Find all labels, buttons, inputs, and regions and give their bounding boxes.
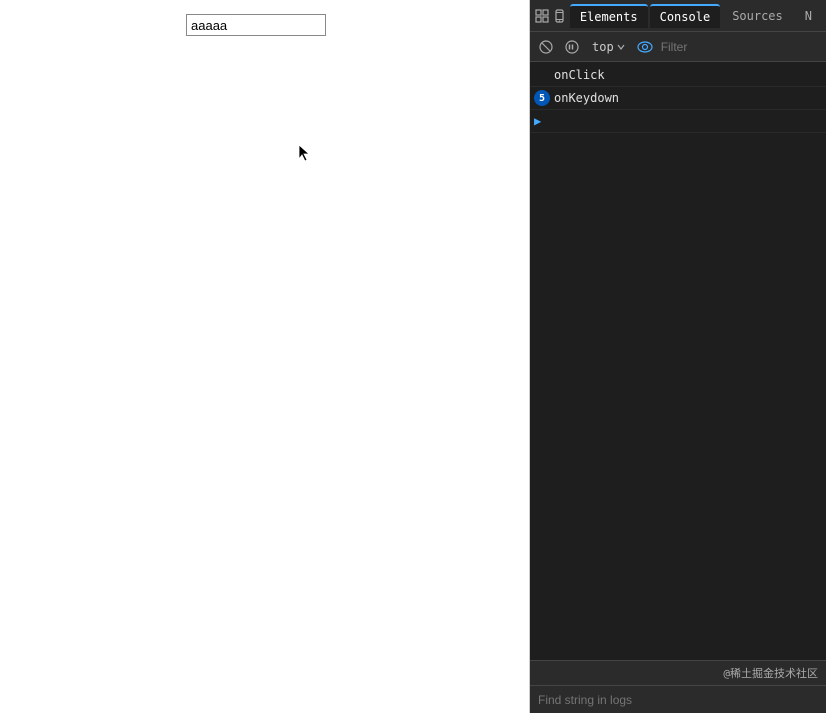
console-entry-onclick[interactable]: onClick xyxy=(530,64,826,87)
pause-icon[interactable] xyxy=(562,37,582,57)
clear-console-icon[interactable] xyxy=(536,37,556,57)
tab-network[interactable]: N xyxy=(795,5,822,27)
browser-panel xyxy=(0,0,530,713)
mouse-cursor xyxy=(298,144,310,162)
console-entry-arrow[interactable]: ▶ xyxy=(530,110,826,133)
context-dropdown[interactable]: top xyxy=(588,38,629,56)
console-text-onkeydown: onKeydown xyxy=(554,89,619,107)
devtools-panel: Elements Console Sources N top xyxy=(530,0,826,713)
find-input[interactable] xyxy=(538,693,818,707)
inspect-icon[interactable] xyxy=(534,5,550,27)
console-entry-onkeydown[interactable]: 5 onKeydown xyxy=(530,87,826,110)
devtools-watermark: @稀土掘金技术社区 xyxy=(530,660,826,685)
entry-icon-onclick xyxy=(534,67,550,83)
console-arrow-icon: ▶ xyxy=(534,112,541,130)
tab-console[interactable]: Console xyxy=(650,4,721,28)
page-text-input[interactable] xyxy=(186,14,326,36)
input-container xyxy=(186,14,326,36)
tab-sources[interactable]: Sources xyxy=(722,5,793,27)
badge-count: 5 xyxy=(534,90,550,106)
eye-icon[interactable] xyxy=(635,37,655,57)
tab-elements[interactable]: Elements xyxy=(570,4,648,28)
entry-icon-onkeydown: 5 xyxy=(534,90,550,106)
console-output: onClick 5 onKeydown ▶ xyxy=(530,62,826,660)
devtools-toolbar: top xyxy=(530,32,826,62)
mobile-icon[interactable] xyxy=(552,5,568,27)
find-bar xyxy=(530,685,826,713)
filter-input[interactable] xyxy=(661,40,820,54)
devtools-tabs-bar: Elements Console Sources N xyxy=(530,0,826,32)
console-text-onclick: onClick xyxy=(554,66,605,84)
